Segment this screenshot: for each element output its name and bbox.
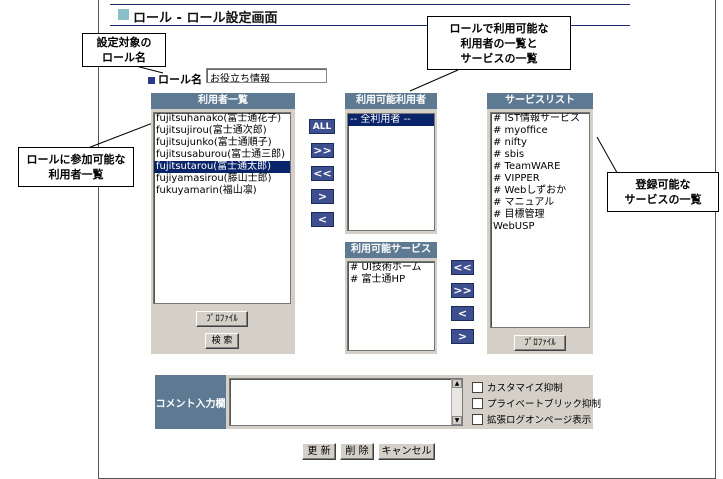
list-item[interactable]: fujiyamasirou(藤山士郎) xyxy=(154,173,290,185)
add-user-button[interactable]: >> xyxy=(311,143,334,158)
list-item[interactable]: # 富士通HP xyxy=(348,274,434,286)
list-item[interactable]: fujitsujunko(富士通順子) xyxy=(154,137,290,149)
callout-line: サービスの一覧 xyxy=(460,51,538,65)
cancel-button[interactable]: キャンセル xyxy=(378,443,435,460)
scroll-up-icon[interactable]: ▲ xyxy=(452,379,462,388)
callout-line: ロールに参加可能な xyxy=(26,153,126,166)
callout-line: 利用者の一覧と xyxy=(460,36,538,50)
callout-line: ロール名 xyxy=(102,51,146,64)
delete-button[interactable]: 削 除 xyxy=(340,443,374,460)
callout-available: ロールで利用可能な 利用者の一覧と サービスの一覧 xyxy=(427,16,571,70)
comment-label: コメント入力欄 xyxy=(155,375,226,429)
checkbox-label: 拡張ログオンページ表示 xyxy=(487,415,592,426)
list-item-selected[interactable]: fujitsutarou(富士通太郎) xyxy=(154,161,290,173)
comment-scrollbar[interactable]: ▲ ▼ xyxy=(451,379,462,425)
scroll-down-icon[interactable]: ▼ xyxy=(452,416,462,425)
checkbox-customize[interactable]: カスタマイズ抑制 xyxy=(472,380,563,394)
move-service-prev-button[interactable]: < xyxy=(451,306,474,321)
add-all-users-button[interactable]: ALL xyxy=(309,119,335,134)
callout-line: 登録可能な xyxy=(635,178,691,191)
available-services-listbox[interactable]: # UI技術ホーム # 富士通HP xyxy=(347,261,435,351)
list-item[interactable]: # sbis xyxy=(491,149,589,161)
list-item[interactable]: fujitsujirou(富士通次郎) xyxy=(154,125,290,137)
list-item[interactable]: # IST情報サービス xyxy=(491,113,589,125)
checkbox-extended-logon[interactable]: 拡張ログオンページ表示 xyxy=(472,412,591,426)
move-user-prev-button[interactable]: < xyxy=(311,212,334,227)
service-profile-button[interactable]: ﾌﾟﾛﾌｧｲﾙ xyxy=(514,335,566,351)
available-services-header: 利用可能サービス xyxy=(345,242,437,258)
user-search-button[interactable]: 検 索 xyxy=(205,333,239,349)
available-users-header: 利用可能利用者 xyxy=(345,93,437,109)
users-listbox[interactable]: fujitsuhanako(富士通花子) fujitsujirou(富士通次郎)… xyxy=(153,112,291,304)
users-panel-header: 利用者一覧 xyxy=(151,93,295,109)
checkbox-icon[interactable] xyxy=(472,381,483,393)
services-panel-header: サービスリスト xyxy=(487,93,593,109)
add-service-button[interactable]: >> xyxy=(451,283,474,298)
available-users-listbox[interactable]: -- 全利用者 -- xyxy=(347,113,435,231)
list-item[interactable]: fujitsusaburou(富士通三郎) xyxy=(154,149,290,161)
move-user-next-button[interactable]: > xyxy=(311,189,334,204)
list-item[interactable]: # マニュアル xyxy=(491,197,589,209)
list-item[interactable]: # VIPPER xyxy=(491,173,589,185)
role-name-label-text: ロール名 xyxy=(158,73,202,86)
services-listbox[interactable]: # IST情報サービス # myoffice # nifty # sbis # … xyxy=(490,112,590,328)
callout-users: ロールに参加可能な 利用者一覧 xyxy=(18,147,134,187)
role-name-input[interactable]: お役立ち情報 xyxy=(206,68,327,83)
list-item-selected[interactable]: -- 全利用者 -- xyxy=(348,114,434,126)
checkbox-icon[interactable] xyxy=(472,413,483,425)
list-item[interactable]: # nifty xyxy=(491,137,589,149)
callout-line: 利用者一覧 xyxy=(48,168,104,181)
callout-line: 設定対象の xyxy=(96,36,152,49)
bullet-square-icon xyxy=(148,76,155,84)
list-item[interactable]: fujitsuhanako(富士通花子) xyxy=(154,113,290,125)
move-service-next-button[interactable]: > xyxy=(451,329,474,344)
list-item[interactable]: # 目標管理 xyxy=(491,209,589,221)
list-item[interactable]: # UI技術ホーム xyxy=(348,262,434,274)
callout-line: ロールで利用可能な xyxy=(449,21,549,35)
list-item[interactable]: # Webしずおか xyxy=(491,185,589,197)
list-item[interactable]: fukuyamarin(福山凛) xyxy=(154,185,290,197)
list-item[interactable]: # myoffice xyxy=(491,125,589,137)
checkbox-icon[interactable] xyxy=(472,397,483,409)
checkbox-label: カスタマイズ抑制 xyxy=(487,383,563,394)
user-profile-button[interactable]: ﾌﾟﾛﾌｧｲﾙ xyxy=(196,311,248,327)
update-button[interactable]: 更 新 xyxy=(302,443,336,460)
list-item[interactable]: WebUSP xyxy=(491,221,589,233)
checkbox-label: プライベートブリック抑制 xyxy=(487,399,602,410)
remove-user-button[interactable]: << xyxy=(311,166,334,181)
callout-role-name: 設定対象の ロール名 xyxy=(82,33,166,67)
callout-services: 登録可能なサービスの一覧 xyxy=(607,172,719,212)
callout-line: サービスの一覧 xyxy=(624,193,702,206)
comment-textarea[interactable] xyxy=(229,378,463,426)
role-name-label: ロール名 xyxy=(148,71,202,87)
checkbox-private[interactable]: プライベートブリック抑制 xyxy=(472,396,601,410)
remove-service-button[interactable]: << xyxy=(451,260,474,275)
list-item[interactable]: # TeamWARE xyxy=(491,161,589,173)
